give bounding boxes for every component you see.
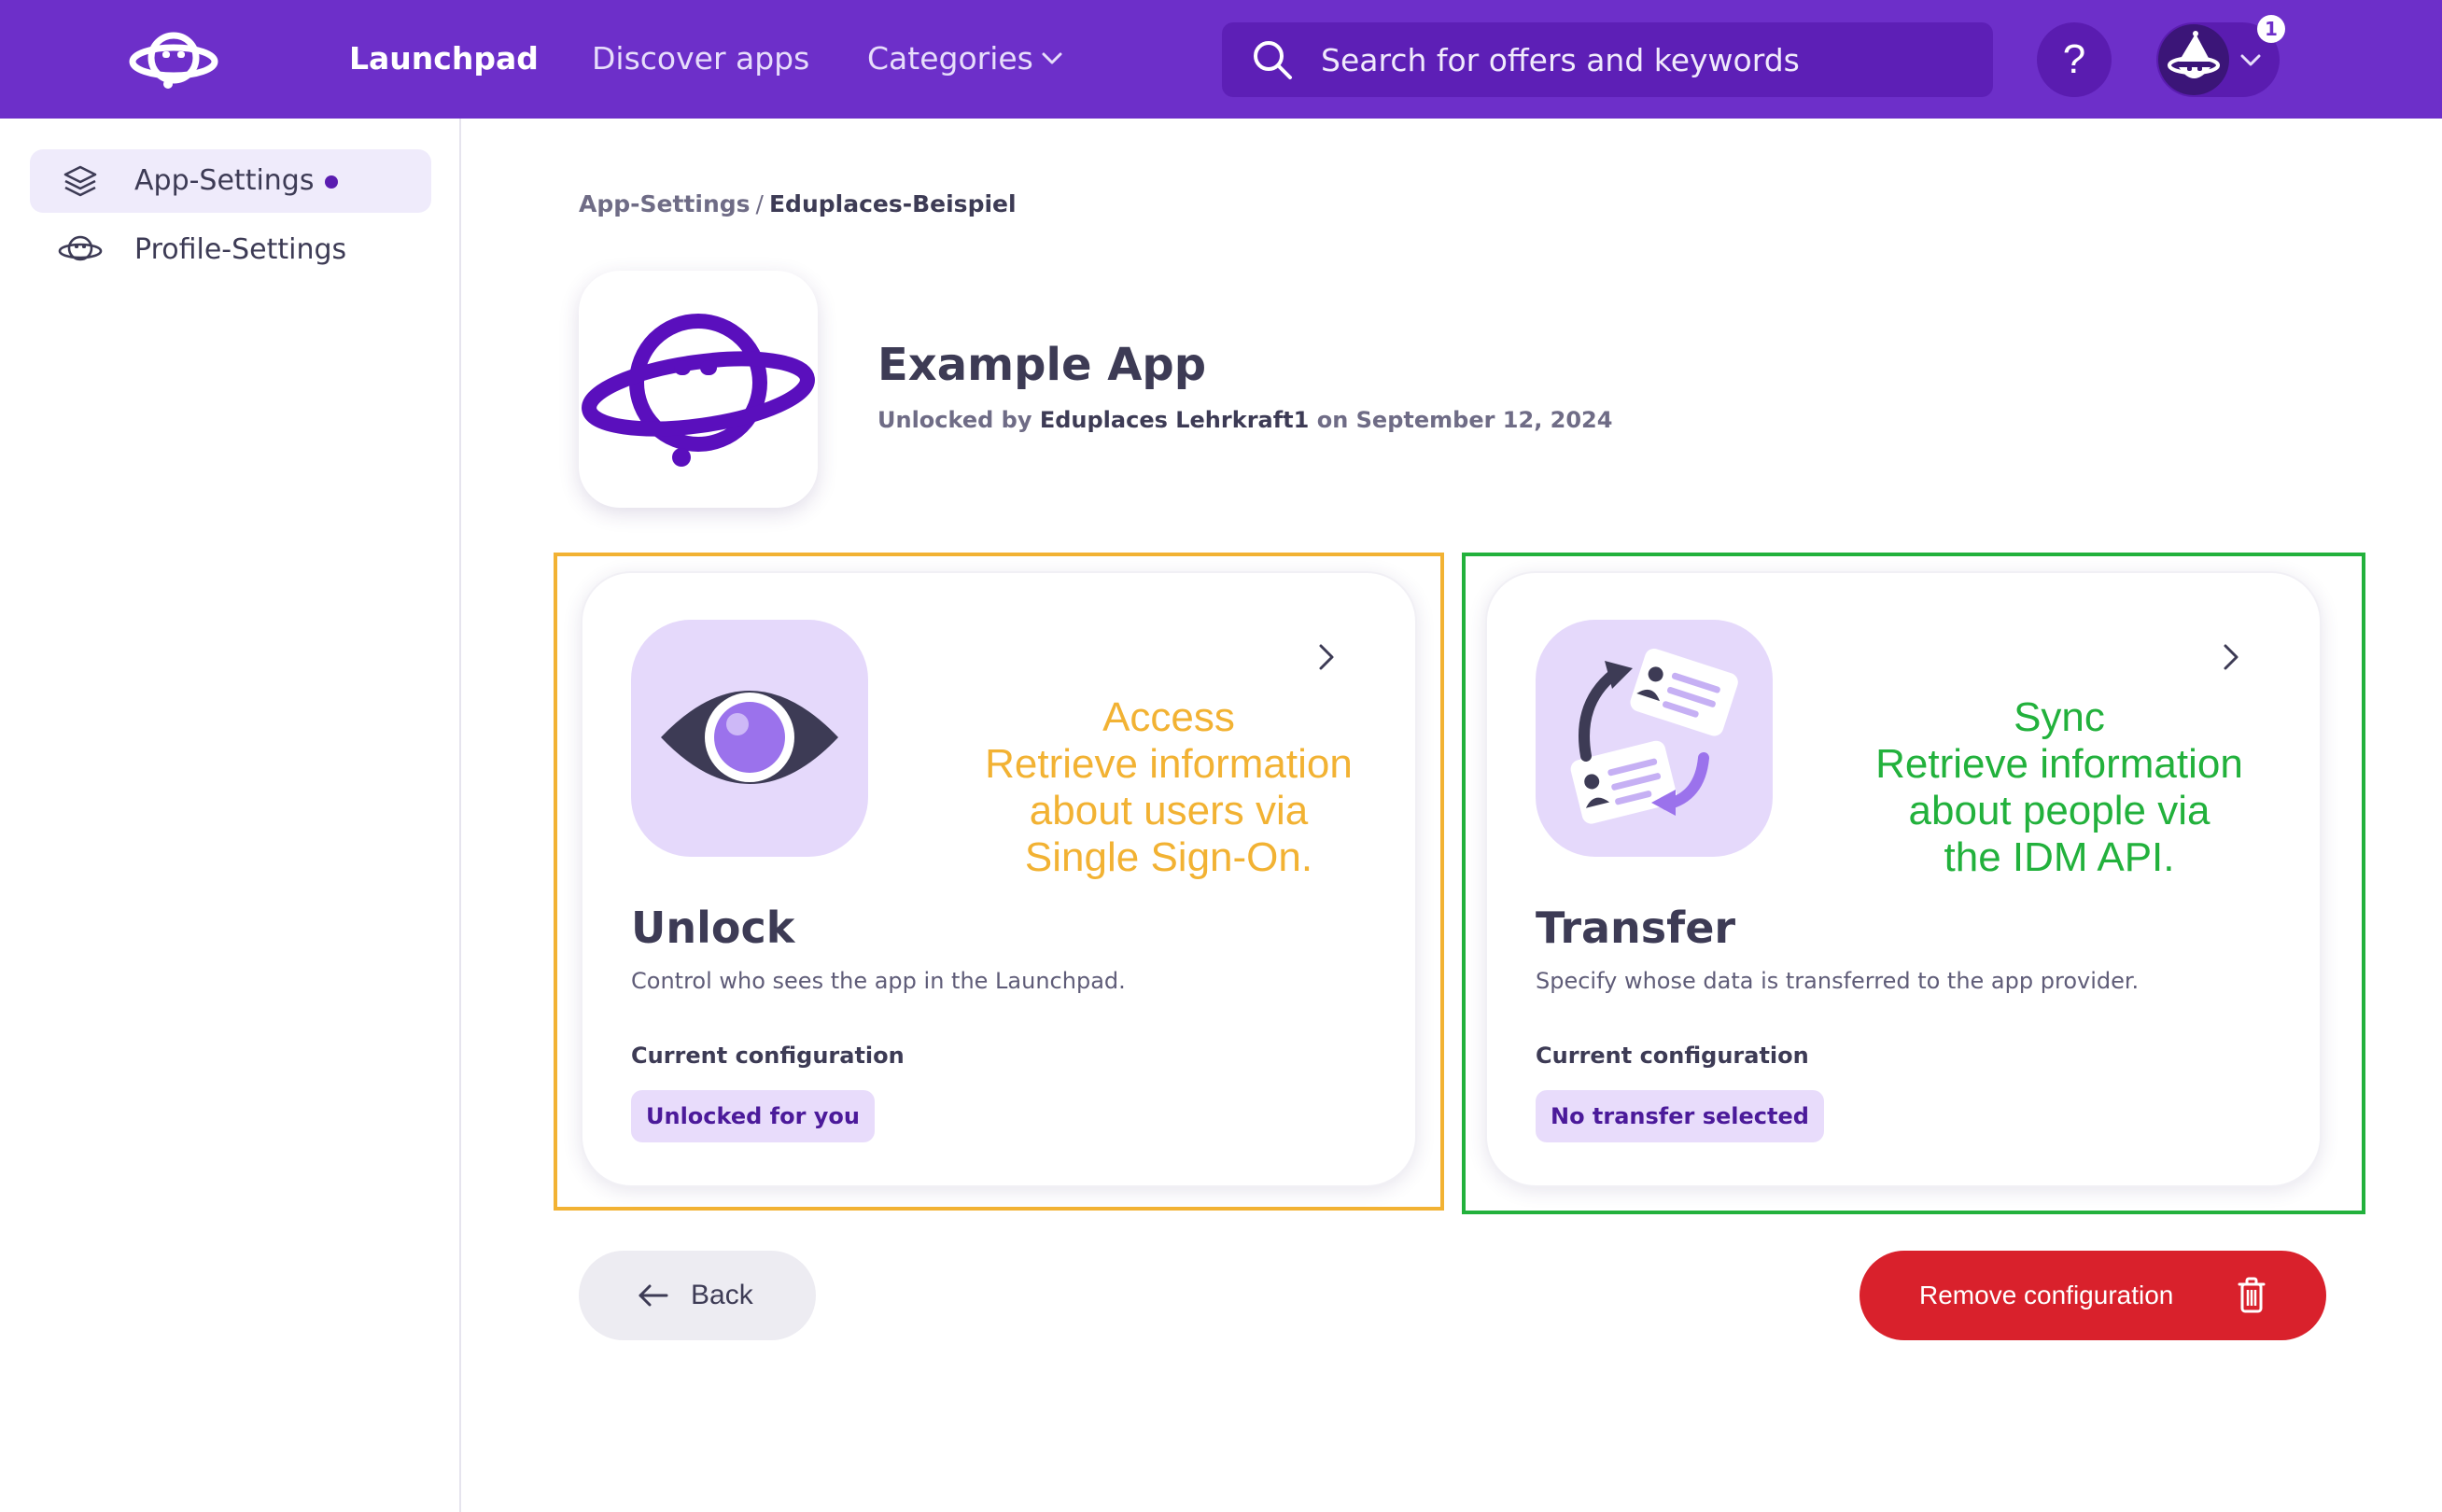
- unlock-card-title: Unlock: [631, 903, 795, 953]
- arrow-left-icon: [639, 1284, 668, 1307]
- search-icon: [1254, 41, 1292, 79]
- breadcrumb-separator: /: [755, 190, 764, 217]
- sidebar-item-app-settings[interactable]: App-Settings: [30, 149, 431, 213]
- unlocked-by-user: Eduplaces Lehrkraft1: [1039, 407, 1310, 433]
- trash-icon: [2238, 1277, 2266, 1313]
- transfer-status-badge: No transfer selected: [1536, 1090, 1824, 1142]
- avatar[interactable]: [2158, 24, 2229, 95]
- search-bar[interactable]: [1222, 22, 1993, 97]
- notification-badge: 1: [2257, 15, 2285, 43]
- help-button[interactable]: ?: [2037, 22, 2112, 97]
- nav-discover-apps[interactable]: Discover apps: [592, 37, 809, 80]
- sidebar-item-label: Profile-Settings: [134, 233, 347, 266]
- unlock-card-config-label: Current configuration: [631, 1043, 905, 1069]
- annotation-access-note: Access Retrieve information about users …: [985, 694, 1353, 880]
- search-input[interactable]: [1321, 22, 1965, 97]
- transfer-card-config-label: Current configuration: [1536, 1043, 1809, 1069]
- layers-icon: [63, 165, 97, 197]
- app-logo-tile: [579, 271, 818, 508]
- nav-categories[interactable]: Categories: [867, 37, 1033, 80]
- transfer-card-title: Transfer: [1536, 903, 1736, 953]
- active-indicator-dot: [325, 175, 338, 189]
- wizard-avatar-icon: [2168, 31, 2220, 78]
- sidebar-item-label: App-Settings: [134, 164, 315, 197]
- unlock-card-description: Control who sees the app in the Launchpa…: [631, 968, 1126, 994]
- app-unlock-info: Unlocked by Eduplaces Lehrkraft1 on Sept…: [877, 407, 1613, 433]
- chevron-right-icon: [1319, 644, 1334, 670]
- breadcrumb-link-app-settings[interactable]: App-Settings: [579, 190, 751, 217]
- eye-icon: [661, 691, 838, 784]
- chevron-down-icon: [1042, 52, 1062, 64]
- remove-button-label: Remove configuration: [1919, 1281, 2174, 1309]
- sync-cards-icon: [1570, 648, 1738, 824]
- annotation-sync-note: Sync Retrieve information about people v…: [1875, 694, 2243, 880]
- unlock-card-icon-tile: [631, 620, 868, 857]
- question-mark-icon: ?: [2062, 36, 2086, 82]
- transfer-card-icon-tile: [1536, 620, 1773, 857]
- remove-configuration-button[interactable]: Remove configuration: [1860, 1251, 2326, 1340]
- top-bar: Launchpad Discover apps Categories ? 1: [0, 0, 2442, 119]
- unlock-status-badge: Unlocked for you: [631, 1090, 875, 1142]
- planet-icon: [58, 235, 103, 261]
- nav-launchpad[interactable]: Launchpad: [349, 37, 539, 80]
- chevron-right-icon: [2224, 644, 2238, 670]
- transfer-card-description: Specify whose data is transferred to the…: [1536, 968, 2140, 994]
- chevron-down-icon: [2240, 54, 2261, 66]
- app-planet-logo-icon: [582, 314, 815, 467]
- sidebar-item-profile-settings[interactable]: Profile-Settings: [30, 218, 431, 282]
- planet-logo-icon[interactable]: [129, 26, 218, 93]
- back-button-label: Back: [691, 1280, 753, 1310]
- breadcrumb: App-Settings / Eduplaces-Beispiel: [579, 189, 1017, 220]
- app-title: Example App: [877, 339, 1207, 391]
- back-button[interactable]: Back: [579, 1251, 816, 1340]
- unlocked-date: September 12, 2024: [1355, 407, 1613, 433]
- breadcrumb-current: Eduplaces-Beispiel: [768, 190, 1017, 217]
- sidebar: App-Settings Profile-Settings: [0, 119, 461, 1512]
